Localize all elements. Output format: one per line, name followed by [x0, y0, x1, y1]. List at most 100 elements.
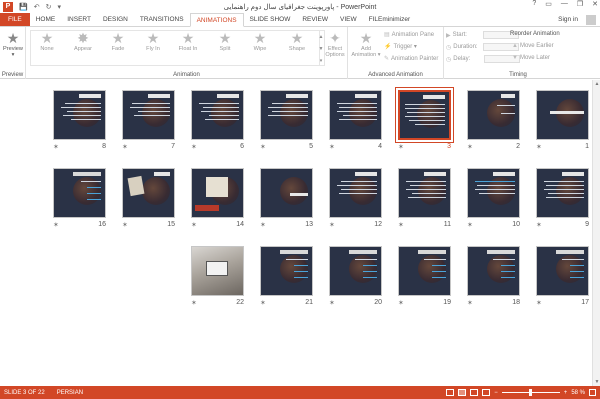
language-indicator[interactable]: PERSIAN	[57, 390, 83, 396]
restore-button[interactable]: ❐	[577, 0, 583, 8]
slide-thumbnail[interactable]: ✶ 8	[53, 90, 106, 151]
slide-thumbnail[interactable]: ✶ 15	[122, 168, 175, 229]
animation-appear[interactable]: ✸ Appear	[68, 30, 98, 52]
slide-sorter-view-button[interactable]	[458, 389, 467, 396]
animation-star-icon[interactable]: ✶	[536, 143, 542, 151]
redo-icon[interactable]: ↻	[46, 3, 52, 11]
minimize-button[interactable]: —	[561, 0, 568, 8]
fit-to-window-button[interactable]	[589, 389, 596, 396]
slide-thumbnail[interactable]: ✶ 16	[53, 168, 106, 229]
avatar[interactable]	[586, 15, 596, 25]
animation-fly-in[interactable]: ★ Fly In	[138, 30, 168, 52]
vertical-scrollbar[interactable]: ▲ ▼	[592, 80, 600, 386]
tab-file[interactable]: FILE	[0, 13, 30, 26]
scroll-up-icon[interactable]: ▲	[593, 80, 600, 88]
slide-thumbnail[interactable]: ✶ 9	[536, 168, 589, 229]
animation-star-icon[interactable]: ✶	[398, 299, 404, 307]
powerpoint-app-icon[interactable]: P	[3, 1, 13, 12]
help-button[interactable]: ?	[532, 0, 536, 8]
scroll-down-icon[interactable]: ▼	[593, 378, 600, 386]
animation-star-icon[interactable]: ✶	[536, 299, 542, 307]
animation-star-icon[interactable]: ✶	[260, 143, 266, 151]
tab-animations[interactable]: ANIMATIONS	[189, 13, 244, 27]
animation-star-icon[interactable]: ✶	[398, 143, 404, 151]
customize-qat-icon[interactable]: ▾	[57, 3, 61, 11]
tab-design[interactable]: DESIGN	[97, 13, 134, 26]
slide-thumbnail[interactable]: ✶ 20	[329, 246, 382, 307]
tab-insert[interactable]: INSERT	[61, 13, 97, 26]
undo-icon[interactable]: ↶	[34, 3, 40, 11]
normal-view-button[interactable]	[446, 389, 455, 396]
animation-star-icon[interactable]: ✶	[467, 299, 473, 307]
animation-star-icon[interactable]: ✶	[191, 221, 197, 229]
slide-thumbnail[interactable]: ✶ 10	[467, 168, 520, 229]
animation-star-icon[interactable]: ✶	[260, 299, 266, 307]
slide-thumbnail[interactable]: ✶ 19	[398, 246, 451, 307]
animation-star-icon[interactable]: ✶	[398, 221, 404, 229]
start-field[interactable]: ▶ Start:	[446, 31, 519, 39]
duration-field[interactable]: ◷ Duration:	[446, 43, 519, 51]
animation-star-icon[interactable]: ✶	[122, 143, 128, 151]
tab-view[interactable]: VIEW	[334, 13, 363, 26]
slide-show-button[interactable]	[482, 389, 491, 396]
animation-star-icon[interactable]: ✶	[122, 221, 128, 229]
animation-none[interactable]: ★ None	[32, 30, 62, 52]
tab-fileminimizer[interactable]: FILEminimizer	[363, 13, 417, 26]
animation-star-icon[interactable]: ✶	[329, 299, 335, 307]
animation-star-icon[interactable]: ✶	[536, 221, 542, 229]
animation-star-icon[interactable]: ✶	[191, 299, 197, 307]
sign-in-link[interactable]: Sign in	[558, 13, 578, 27]
trigger-button[interactable]: ⚡ Trigger ▾	[384, 43, 417, 50]
animation-star-icon[interactable]: ✶	[53, 143, 59, 151]
zoom-in-button[interactable]: +	[564, 390, 568, 396]
reading-view-button[interactable]	[470, 389, 479, 396]
add-animation-button[interactable]: ★ Add Animation ▾	[351, 30, 381, 58]
animation-split[interactable]: ★ Split	[210, 30, 240, 52]
animation-fade[interactable]: ★ Fade	[103, 30, 133, 52]
animation-star-icon[interactable]: ✶	[53, 221, 59, 229]
slide-thumbnail[interactable]: ✶ 21	[260, 246, 313, 307]
slide-thumbnail[interactable]: ✶ 1	[536, 90, 589, 151]
move-later-button[interactable]: ▼ Move Later	[512, 55, 550, 61]
animation-star-icon[interactable]: ✶	[329, 221, 335, 229]
zoom-level[interactable]: 58 %	[571, 390, 585, 396]
animation-star-icon[interactable]: ✶	[191, 143, 197, 151]
slide-thumbnail[interactable]: ✶ 2	[467, 90, 520, 151]
slide-thumbnail[interactable]: ✶ 18	[467, 246, 520, 307]
animation-painter-button[interactable]: ✎ Animation Painter	[384, 55, 438, 63]
ribbon-display-button[interactable]: ▭	[545, 0, 552, 8]
slide-thumbnail[interactable]: ✶ 17	[536, 246, 589, 307]
slide-thumbnail[interactable]: ✶ 6	[191, 90, 244, 151]
slide-thumbnail-selected[interactable]: ✶ 3	[395, 87, 454, 151]
tab-slide-show[interactable]: SLIDE SHOW	[244, 13, 297, 26]
animation-star-icon[interactable]: ✶	[467, 221, 473, 229]
move-earlier-button[interactable]: ▲ Move Earlier	[512, 43, 554, 49]
slide-thumbnail[interactable]: ✶ 13	[260, 168, 313, 229]
tab-review[interactable]: REVIEW	[296, 13, 334, 26]
slide-thumbnail[interactable]: ✶ 12	[329, 168, 382, 229]
animation-shape[interactable]: ★ Shape	[282, 30, 312, 52]
slide-thumbnail[interactable]: ✶ 4	[329, 90, 382, 151]
animation-star-icon[interactable]: ✶	[260, 221, 266, 229]
zoom-slider-thumb[interactable]	[528, 389, 532, 396]
slide-thumbnail[interactable]: ✶ 22	[191, 246, 244, 307]
window-controls: ? ▭ — ❐ ✕	[532, 0, 598, 8]
zoom-out-button[interactable]: −	[494, 390, 498, 396]
slide-thumbnail[interactable]: ✶ 14	[191, 168, 244, 229]
preview-button[interactable]: ★ Preview ▾	[2, 30, 24, 58]
animation-star-icon[interactable]: ✶	[467, 143, 473, 151]
slide-thumbnail[interactable]: ✶ 7	[122, 90, 175, 151]
animation-wipe[interactable]: ★ Wipe	[245, 30, 275, 52]
effect-options-button[interactable]: ✦ Effect Options	[322, 30, 348, 58]
tab-transitions[interactable]: TRANSITIONS	[134, 13, 190, 26]
tab-home[interactable]: HOME	[30, 13, 62, 26]
save-icon[interactable]: 💾	[19, 3, 28, 11]
animation-star-icon[interactable]: ✶	[329, 143, 335, 151]
zoom-slider[interactable]	[501, 389, 560, 396]
close-button[interactable]: ✕	[592, 0, 598, 8]
animation-pane-button[interactable]: ▤ Animation Pane	[384, 31, 434, 39]
delay-field[interactable]: ◷ Delay:	[446, 55, 521, 63]
slide-thumbnail[interactable]: ✶ 11	[398, 168, 451, 229]
slide-thumbnail[interactable]: ✶ 5	[260, 90, 313, 151]
animation-float-in[interactable]: ★ Float In	[173, 30, 203, 52]
